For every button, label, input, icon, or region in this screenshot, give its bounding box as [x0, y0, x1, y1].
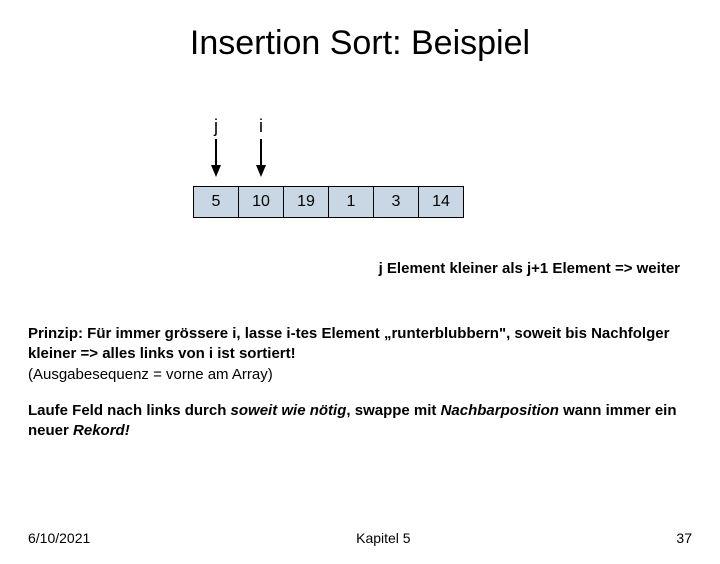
- pointer-i: i: [238, 116, 284, 177]
- array-cell: 14: [418, 186, 464, 218]
- pointer-j-label: j: [193, 116, 239, 137]
- body-text: Prinzip: Für immer grössere i, lasse i-t…: [28, 324, 692, 457]
- status-line: j Element kleiner als j+1 Element => wei…: [379, 260, 680, 277]
- footer: 6/10/2021 Kapitel 5 37: [28, 530, 692, 546]
- pointer-i-label: i: [238, 116, 284, 137]
- run-paragraph: Laufe Feld nach links durch soweit wie n…: [28, 401, 692, 442]
- footer-chapter: Kapitel 5: [356, 530, 410, 546]
- principle-paragraph: Prinzip: Für immer grössere i, lasse i-t…: [28, 324, 692, 385]
- array-cell: 3: [373, 186, 419, 218]
- footer-page: 37: [676, 530, 692, 546]
- arrow-down-icon: [254, 137, 268, 177]
- array-cell: 19: [283, 186, 329, 218]
- array-cell: 10: [238, 186, 284, 218]
- array-cell: 1: [328, 186, 374, 218]
- array-cell: 5: [193, 186, 239, 218]
- arrow-down-icon: [209, 137, 223, 177]
- array-row: 510191314: [193, 186, 464, 218]
- pointer-j: j: [193, 116, 239, 177]
- slide-title: Insertion Sort: Beispiel: [0, 24, 720, 63]
- footer-date: 6/10/2021: [28, 530, 90, 546]
